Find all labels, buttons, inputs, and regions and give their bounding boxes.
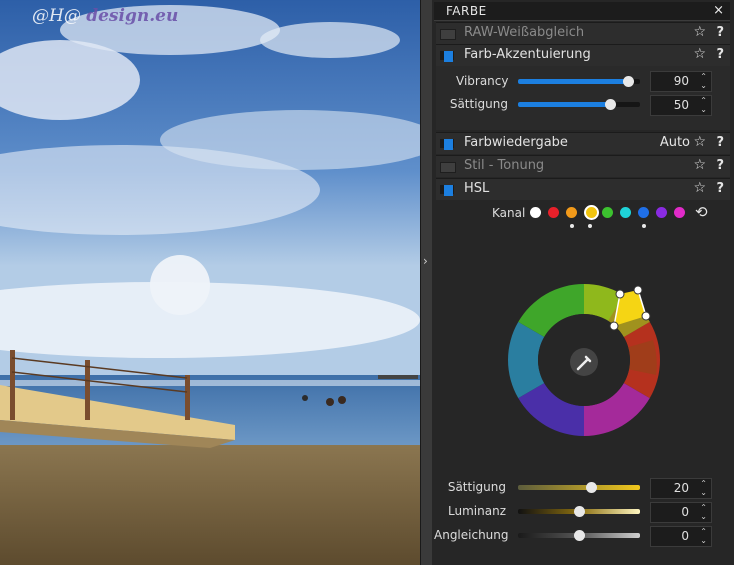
close-icon[interactable]: × — [713, 3, 724, 18]
photo-preview: @H@ design.eu — [0, 0, 420, 565]
section-label: Farbwiedergabe — [464, 135, 568, 150]
watermark-brand: design.eu — [86, 6, 179, 26]
saettigung-value[interactable]: 50 — [674, 98, 689, 112]
reset-icon[interactable]: ⟲ — [695, 203, 708, 221]
luminanz-knob[interactable] — [574, 506, 585, 517]
hsl-color-wheel[interactable] — [504, 280, 664, 440]
hsl-saettigung-label: Sättigung — [447, 480, 506, 494]
toggle-stil-tonung[interactable] — [440, 162, 456, 173]
beach-photo — [0, 0, 420, 565]
luminanz-label: Luminanz — [448, 504, 506, 518]
star-icon[interactable]: ☆ — [693, 134, 706, 150]
channel-blue[interactable] — [638, 207, 649, 218]
vibrancy-fill — [518, 79, 628, 84]
channel-marker — [588, 224, 592, 228]
channel-magenta[interactable] — [674, 207, 685, 218]
section-farbwiedergabe[interactable]: Farbwiedergabe Auto ☆ ? — [436, 132, 730, 154]
wheel-handle[interactable] — [633, 285, 643, 295]
section-label: HSL — [464, 181, 490, 196]
luminanz-slider[interactable] — [518, 506, 640, 517]
auto-button[interactable]: Auto — [660, 135, 690, 150]
hsl-saettigung-value[interactable]: 20 — [674, 481, 689, 495]
stepper-arrows-icon[interactable]: ⌃ ⌄ — [700, 96, 707, 114]
section-label: RAW-Weißabgleich — [464, 25, 585, 40]
stepper-arrows-icon[interactable]: ⌃ ⌄ — [700, 503, 707, 521]
saettigung-fill — [518, 102, 610, 107]
vibrancy-label: Vibrancy — [456, 74, 509, 88]
hsl-saettigung-slider[interactable] — [518, 482, 640, 493]
stepper-arrows-icon[interactable]: ⌃ ⌄ — [700, 527, 707, 545]
collapse-arrow-icon[interactable]: › — [423, 254, 428, 268]
help-icon[interactable]: ? — [716, 47, 724, 62]
angleichung-knob[interactable] — [574, 530, 585, 541]
section-stil-tonung[interactable]: Stil - Tonung ☆ ? — [436, 155, 730, 177]
saettigung-slider[interactable] — [518, 99, 640, 110]
wheel-handle[interactable] — [641, 311, 651, 321]
watermark-prefix: @H@ — [32, 6, 87, 26]
toggle-raw-weissabgleich[interactable] — [440, 29, 456, 40]
hsl-saettigung-stepper[interactable]: 20 ⌃ ⌄ — [650, 478, 712, 499]
star-icon[interactable]: ☆ — [693, 180, 706, 196]
channel-white[interactable] — [530, 207, 541, 218]
section-raw-weissabgleich[interactable]: RAW-Weißabgleich ☆ ? — [436, 22, 730, 44]
stepper-arrows-icon[interactable]: ⌃ ⌄ — [700, 479, 707, 497]
star-icon[interactable]: ☆ — [693, 46, 706, 62]
luminanz-stepper[interactable]: 0 ⌃ ⌄ — [650, 502, 712, 523]
channel-yellow[interactable] — [584, 205, 599, 220]
section-hsl[interactable]: HSL ☆ ? — [436, 178, 730, 200]
channel-marker — [570, 224, 574, 228]
section-label: Stil - Tonung — [464, 158, 545, 173]
help-icon[interactable]: ? — [716, 135, 724, 150]
hsl-saettigung-knob[interactable] — [586, 482, 598, 493]
section-farb-akzentuierung[interactable]: Farb-Akzentuierung ☆ ? — [436, 44, 730, 66]
section-label: Farb-Akzentuierung — [464, 47, 591, 62]
wheel-handle[interactable] — [615, 289, 625, 299]
toggle-farbwiedergabe[interactable] — [444, 139, 453, 150]
channel-cyan[interactable] — [620, 207, 631, 218]
luminanz-value[interactable]: 0 — [681, 505, 689, 519]
vibrancy-stepper[interactable]: 90 ⌃ ⌄ — [650, 71, 712, 92]
channel-green[interactable] — [602, 207, 613, 218]
angleichung-slider[interactable] — [518, 530, 640, 541]
panel-header: FARBE × — [434, 2, 730, 21]
channel-marker — [642, 224, 646, 228]
channel-orange[interactable] — [566, 207, 577, 218]
saettigung-stepper[interactable]: 50 ⌃ ⌄ — [650, 95, 712, 116]
channel-red[interactable] — [548, 207, 559, 218]
farbe-panel: FARBE × RAW-Weißabgleich ☆ ? Farb-Akzent… — [432, 0, 734, 565]
angleichung-stepper[interactable]: 0 ⌃ ⌄ — [650, 526, 712, 547]
saettigung-knob[interactable] — [604, 99, 616, 110]
channel-purple[interactable] — [656, 207, 667, 218]
wheel-handle[interactable] — [609, 321, 619, 331]
watermark: @H@ design.eu — [32, 6, 178, 26]
help-icon[interactable]: ? — [716, 158, 724, 173]
toggle-hsl[interactable] — [444, 185, 453, 196]
vibrancy-value[interactable]: 90 — [674, 74, 689, 88]
angleichung-label: Angleichung — [434, 528, 509, 542]
panel-title: FARBE — [446, 4, 487, 18]
star-icon[interactable]: ☆ — [693, 24, 706, 40]
kanal-label: Kanal — [492, 206, 526, 220]
help-icon[interactable]: ? — [716, 25, 724, 40]
saettigung-label: Sättigung — [449, 97, 508, 111]
stepper-arrows-icon[interactable]: ⌃ ⌄ — [700, 72, 707, 90]
angleichung-value[interactable]: 0 — [681, 529, 689, 543]
vibrancy-slider[interactable] — [518, 76, 640, 87]
star-icon[interactable]: ☆ — [693, 157, 706, 173]
help-icon[interactable]: ? — [716, 181, 724, 196]
vibrancy-knob[interactable] — [622, 76, 634, 87]
toggle-farb-akzentuierung[interactable] — [444, 51, 453, 62]
